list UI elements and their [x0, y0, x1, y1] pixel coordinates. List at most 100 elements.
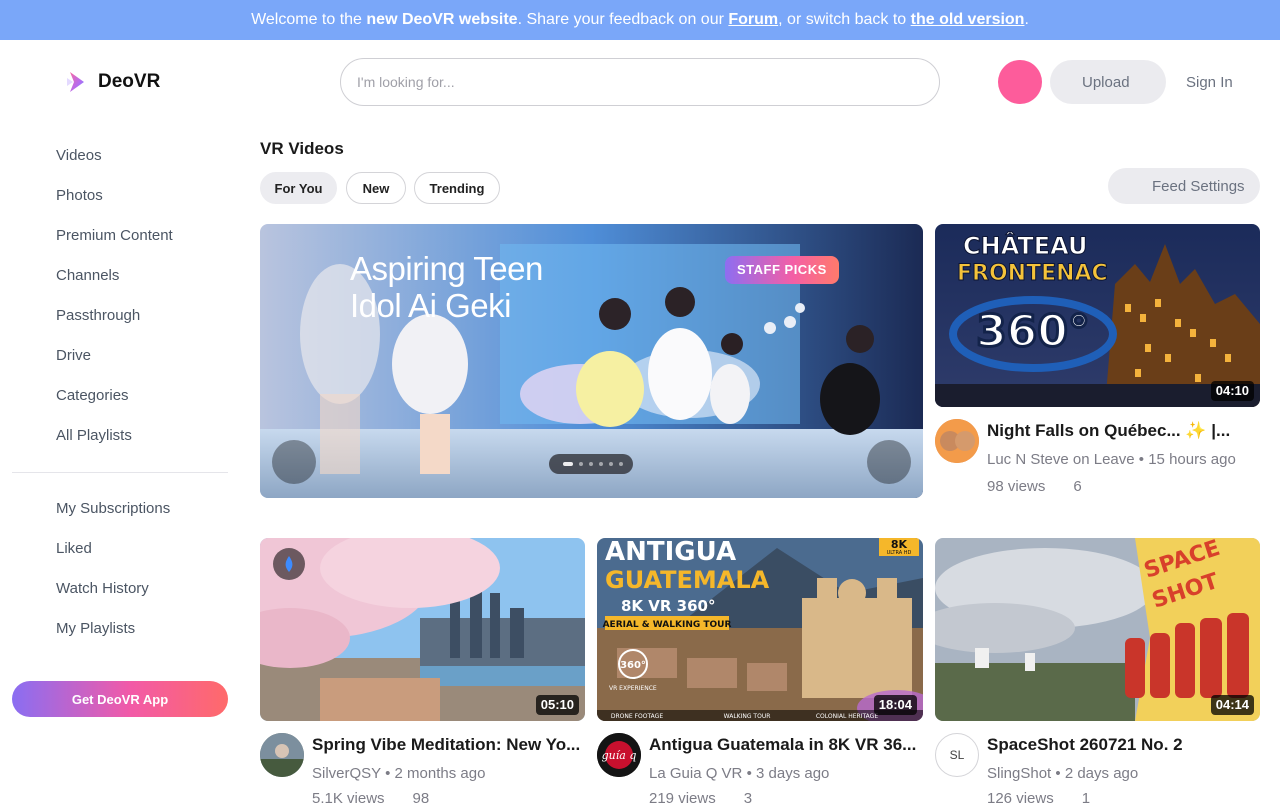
carousel-dot[interactable]	[599, 462, 603, 466]
carousel-dot[interactable]	[609, 462, 613, 466]
upload-age: 2 months ago	[394, 765, 486, 782]
channel-avatar-image	[935, 419, 979, 463]
thumbnail-title-line-1: CHÂTEAU	[963, 231, 1088, 260]
banner-new-site: new DeoVR website	[366, 11, 518, 28]
sidebar-item-categories[interactable]: Categories	[56, 387, 129, 404]
thumbnail-title-line-2: FRONTENAC	[957, 261, 1108, 286]
video-thumbnail[interactable]: 360° CHÂTEAU FRONTENAC 04:10	[935, 224, 1260, 407]
video-stats: 98 views 6	[987, 478, 1082, 495]
thumbnail-subtitle: AERIAL & WALKING TOUR	[603, 620, 732, 630]
video-duration: 04:10	[1210, 381, 1254, 401]
banner-middle-2: , or switch back to	[778, 11, 907, 28]
meta-separator: •	[1138, 451, 1145, 468]
upload-age: 15 hours ago	[1148, 451, 1236, 468]
upload-age: 3 days ago	[756, 765, 830, 782]
page-title: VR Videos	[260, 139, 344, 158]
hero-title-line-2: Idol Ai Geki	[350, 287, 511, 324]
tab-new[interactable]: New	[346, 172, 406, 204]
thumbnail-image: 360° CHÂTEAU FRONTENAC	[935, 224, 1260, 407]
thumbnail-image	[260, 538, 585, 721]
meta-separator: •	[385, 765, 391, 782]
channel-name[interactable]: La Guia Q VR	[649, 765, 742, 782]
thumbnail-vr-caption: VR EXPERIENCE	[609, 685, 657, 692]
forum-link[interactable]: Forum	[728, 11, 778, 29]
channel-avatar[interactable]	[935, 419, 979, 463]
sidebar-item-photos[interactable]: Photos	[56, 187, 103, 204]
upload-button[interactable]: Upload	[1050, 60, 1166, 104]
carousel-dot[interactable]	[563, 462, 573, 466]
feed-settings-button[interactable]: Feed Settings	[1108, 168, 1260, 204]
sidebar-item-my-subscriptions[interactable]: My Subscriptions	[56, 500, 170, 517]
sidebar-item-drive[interactable]: Drive	[56, 347, 91, 364]
channel-name[interactable]: SilverQSY	[312, 765, 381, 782]
old-version-link[interactable]: the old version	[911, 11, 1025, 29]
view-count: 219 views	[649, 790, 716, 807]
thumbnail-ultra-hd: ULTRA HD	[887, 550, 912, 556]
staff-picks-badge: STAFF PICKS	[725, 256, 839, 284]
like-count: 1	[1081, 790, 1091, 807]
thumbnail-title-line-2: GUATEMALA	[605, 566, 770, 594]
video-title[interactable]: SpaceShot 260721 No. 2	[987, 735, 1260, 755]
thumbnail-image: SPACE SHOT	[935, 538, 1260, 721]
video-thumbnail[interactable]: SPACE SHOT 04:14	[935, 538, 1260, 721]
video-stats: 5.1K views 98	[312, 790, 429, 807]
svg-text:360°: 360°	[620, 660, 646, 671]
channel-name[interactable]: Luc N Steve on Leave	[987, 451, 1135, 468]
meta-separator: •	[746, 765, 752, 782]
channel-avatar-image: guía q	[597, 733, 641, 777]
like-count: 6	[1073, 478, 1082, 495]
logo[interactable]: DeoVR	[64, 66, 160, 98]
sign-in-link[interactable]: Sign In	[1186, 74, 1233, 91]
sidebar-divider	[12, 472, 228, 473]
video-meta: La Guia Q VR • 3 days ago	[649, 765, 829, 782]
sidebar-item-all-playlists[interactable]: All Playlists	[56, 427, 132, 444]
channel-name[interactable]: SlingShot	[987, 765, 1051, 782]
tab-trending[interactable]: Trending	[414, 172, 500, 204]
carousel-dot[interactable]	[619, 462, 623, 466]
channel-avatar-image	[260, 733, 304, 777]
channel-avatar[interactable]: SL	[935, 733, 979, 777]
upload-age: 2 days ago	[1064, 765, 1139, 782]
sidebar-item-premium-content[interactable]: Premium Content	[56, 227, 173, 244]
video-title[interactable]: Spring Vibe Meditation: New Yo...	[312, 735, 585, 755]
sidebar-item-videos[interactable]: Videos	[56, 147, 102, 164]
video-duration: 04:14	[1210, 695, 1254, 715]
video-duration: 05:10	[535, 695, 579, 715]
search-input[interactable]	[340, 58, 940, 106]
sidebar-item-passthrough[interactable]: Passthrough	[56, 307, 140, 324]
logo-text: DeoVR	[98, 71, 161, 92]
video-title[interactable]: Night Falls on Québec... ✨ |...	[987, 421, 1247, 441]
sidebar-item-liked[interactable]: Liked	[56, 540, 92, 557]
view-count: 98 views	[987, 478, 1046, 495]
view-count: 5.1K views	[312, 790, 385, 807]
video-thumbnail[interactable]: ANTIGUA GUATEMALA 8K VR 360° AERIAL & WA…	[597, 538, 923, 721]
sidebar-item-watch-history[interactable]: Watch History	[56, 580, 149, 597]
thumbnail-footer-3: COLONIAL HERITAGE	[816, 713, 878, 720]
thumbnail-footer-2: WALKING TOUR	[724, 713, 771, 720]
like-count: 3	[743, 790, 753, 807]
video-meta: SilverQSY • 2 months ago	[312, 765, 485, 782]
tab-for-you[interactable]: For You	[260, 172, 337, 204]
sidebar-item-channels[interactable]: Channels	[56, 267, 119, 284]
carousel-prev-button[interactable]	[272, 440, 316, 484]
channel-avatar[interactable]: guía q	[597, 733, 641, 777]
deovr-logo-icon	[64, 68, 92, 96]
get-app-button[interactable]: Get DeoVR App	[12, 681, 228, 717]
announcement-banner: Welcome to the new DeoVR website. Share …	[0, 0, 1280, 40]
thumbnail-image: ANTIGUA GUATEMALA 8K VR 360° AERIAL & WA…	[597, 538, 923, 721]
carousel-indicator	[549, 454, 633, 474]
carousel-dot[interactable]	[579, 462, 583, 466]
carousel-dot[interactable]	[589, 462, 593, 466]
user-avatar[interactable]	[998, 60, 1042, 104]
video-duration: 18:04	[873, 695, 917, 715]
channel-logo-text: guía q	[602, 749, 637, 762]
video-thumbnail[interactable]: 05:10	[260, 538, 585, 721]
sidebar-item-my-playlists[interactable]: My Playlists	[56, 620, 135, 637]
banner-middle: . Share your feedback on our	[517, 11, 724, 28]
hero-carousel[interactable]: Aspiring Teen Idol Ai Geki STAFF PICKS	[260, 224, 923, 498]
banner-prefix: Welcome to the	[251, 11, 362, 28]
video-title[interactable]: Antigua Guatemala in 8K VR 36...	[649, 735, 923, 755]
carousel-next-button[interactable]	[867, 440, 911, 484]
thumbnail-title-line-1: ANTIGUA	[605, 538, 736, 567]
channel-avatar[interactable]	[260, 733, 304, 777]
